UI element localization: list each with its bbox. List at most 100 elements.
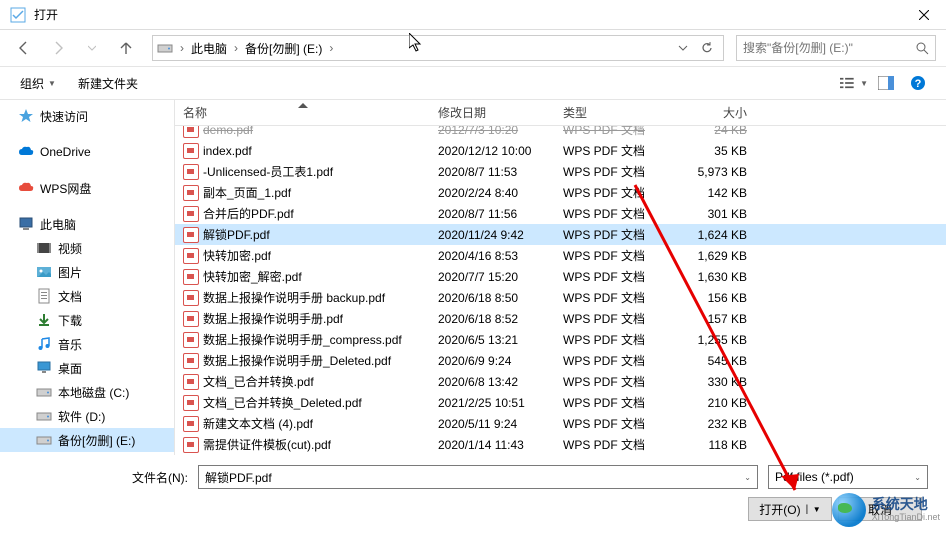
toolbar: 组织 ▼ 新建文件夹 ▼ ? xyxy=(0,66,946,100)
file-row[interactable]: 解锁PDF.pdf2020/11/24 9:42WPS PDF 文档1,624 … xyxy=(175,224,946,245)
new-folder-button[interactable]: 新建文件夹 xyxy=(72,71,144,96)
file-type: WPS PDF 文档 xyxy=(555,289,670,306)
up-button[interactable] xyxy=(112,34,140,62)
cancel-button[interactable]: 取消 xyxy=(838,497,922,521)
column-date[interactable]: 修改日期 xyxy=(430,104,555,121)
address-bar[interactable]: › 此电脑 › 备份[勿删] (E:) › xyxy=(152,35,724,61)
file-pane: 名称 修改日期 类型 大小 demo.pdf2012/7/3 10:20WPS … xyxy=(175,100,946,455)
pdf-file-icon xyxy=(183,248,199,264)
search-icon[interactable] xyxy=(915,41,929,55)
filename-input[interactable]: 解锁PDF.pdf⌄ xyxy=(198,465,758,489)
forward-button[interactable] xyxy=(44,34,72,62)
file-type: WPS PDF 文档 xyxy=(555,331,670,348)
chevron-right-icon[interactable]: › xyxy=(177,41,187,55)
file-type: WPS PDF 文档 xyxy=(555,436,670,453)
file-size: 1,630 KB xyxy=(670,270,755,284)
pdf-file-icon xyxy=(183,290,199,306)
pc-icon xyxy=(18,216,34,232)
documents-icon xyxy=(36,288,52,304)
file-row[interactable]: demo.pdf2012/7/3 10:20WPS PDF 文档24 KB xyxy=(175,126,946,140)
file-date: 2020/8/7 11:53 xyxy=(430,165,555,179)
filename-label: 文件名(N): xyxy=(118,469,188,486)
file-type: WPS PDF 文档 xyxy=(555,163,670,180)
file-row[interactable]: 新建文本文档 (4).pdf2020/5/11 9:24WPS PDF 文档23… xyxy=(175,413,946,434)
file-row[interactable]: index.pdf2020/12/12 10:00WPS PDF 文档35 KB xyxy=(175,140,946,161)
file-type: WPS PDF 文档 xyxy=(555,226,670,243)
sidebar-item-ddrive[interactable]: 软件 (D:) xyxy=(0,404,174,428)
file-date: 2020/6/18 8:52 xyxy=(430,312,555,326)
file-size: 330 KB xyxy=(670,375,755,389)
sidebar-item-wps[interactable]: WPS网盘 xyxy=(0,176,174,200)
file-date: 2020/6/18 8:50 xyxy=(430,291,555,305)
help-button[interactable]: ? xyxy=(904,71,932,95)
pdf-file-icon xyxy=(183,332,199,348)
file-date: 2012/7/3 10:20 xyxy=(430,126,555,137)
file-name: 数据上报操作说明手册 backup.pdf xyxy=(203,289,385,306)
sidebar-item-pictures[interactable]: 图片 xyxy=(0,260,174,284)
file-date: 2020/1/14 11:43 xyxy=(430,438,555,452)
file-type: WPS PDF 文档 xyxy=(555,373,670,390)
sidebar-item-video[interactable]: 视频 xyxy=(0,236,174,260)
back-button[interactable] xyxy=(10,34,38,62)
pdf-file-icon xyxy=(183,143,199,159)
view-options-button[interactable]: ▼ xyxy=(840,71,868,95)
sidebar-item-cdrive[interactable]: 本地磁盘 (C:) xyxy=(0,380,174,404)
file-name: 快转加密_解密.pdf xyxy=(203,268,302,285)
pdf-file-icon xyxy=(183,206,199,222)
file-row[interactable]: 文档_已合并转换_Deleted.pdf2021/2/25 10:51WPS P… xyxy=(175,392,946,413)
file-name: 解锁PDF.pdf xyxy=(203,226,270,243)
column-type[interactable]: 类型 xyxy=(555,104,670,121)
filetype-select[interactable]: Pdf files (*.pdf)⌄ xyxy=(768,465,928,489)
file-list[interactable]: demo.pdf2012/7/3 10:20WPS PDF 文档24 KBind… xyxy=(175,126,946,455)
sidebar-item-downloads[interactable]: 下载 xyxy=(0,308,174,332)
file-row[interactable]: 数据上报操作说明手册.pdf2020/6/18 8:52WPS PDF 文档15… xyxy=(175,308,946,329)
title-bar: 打开 xyxy=(0,0,946,30)
star-icon xyxy=(18,108,34,124)
file-row[interactable]: 数据上报操作说明手册_Deleted.pdf2020/6/9 9:24WPS P… xyxy=(175,350,946,371)
file-row[interactable]: 快转加密.pdf2020/4/16 8:53WPS PDF 文档1,629 KB xyxy=(175,245,946,266)
sidebar-item-desktop[interactable]: 桌面 xyxy=(0,356,174,380)
file-row[interactable]: 数据上报操作说明手册 backup.pdf 2020/6/18 8:50WPS P… xyxy=(175,287,946,308)
breadcrumb-drive[interactable]: 备份[勿删] (E:) xyxy=(241,40,326,57)
file-row[interactable]: 文档_已合并转换.pdf2020/6/8 13:42WPS PDF 文档330 … xyxy=(175,371,946,392)
organize-button[interactable]: 组织 ▼ xyxy=(14,71,62,96)
sidebar-item-onedrive[interactable]: OneDrive xyxy=(0,140,174,164)
chevron-right-icon[interactable]: › xyxy=(326,41,336,55)
file-type: WPS PDF 文档 xyxy=(555,394,670,411)
file-date: 2021/2/25 10:51 xyxy=(430,396,555,410)
chevron-right-icon[interactable]: › xyxy=(231,41,241,55)
search-input[interactable] xyxy=(743,41,915,55)
file-size: 210 KB xyxy=(670,396,755,410)
refresh-button[interactable] xyxy=(695,36,719,60)
file-row[interactable]: 快转加密_解密.pdf2020/7/7 15:20WPS PDF 文档1,630… xyxy=(175,266,946,287)
wps-cloud-icon xyxy=(18,180,34,196)
open-button[interactable]: 打开(O)▏▼ xyxy=(748,497,832,521)
file-row[interactable]: 需提供证件模板(cut).pdf2020/1/14 11:43WPS PDF 文… xyxy=(175,434,946,455)
file-date: 2020/6/9 9:24 xyxy=(430,354,555,368)
pdf-file-icon xyxy=(183,269,199,285)
close-button[interactable] xyxy=(901,0,946,30)
sidebar-item-thispc[interactable]: 此电脑 xyxy=(0,212,174,236)
search-box[interactable] xyxy=(736,35,936,61)
breadcrumb-thispc[interactable]: 此电脑 xyxy=(187,40,231,57)
file-date: 2020/6/5 13:21 xyxy=(430,333,555,347)
preview-pane-button[interactable] xyxy=(872,71,900,95)
file-date: 2020/8/7 11:56 xyxy=(430,207,555,221)
file-row[interactable]: -Unlicensed-员工表1.pdf2020/8/7 11:53WPS PD… xyxy=(175,161,946,182)
file-row[interactable]: 数据上报操作说明手册_compress.pdf2020/6/5 13:21WPS… xyxy=(175,329,946,350)
sidebar-item-music[interactable]: 音乐 xyxy=(0,332,174,356)
drive-icon xyxy=(36,432,52,448)
column-size[interactable]: 大小 xyxy=(670,104,755,121)
address-dropdown[interactable] xyxy=(671,36,695,60)
sidebar-item-documents[interactable]: 文档 xyxy=(0,284,174,308)
file-row[interactable]: 副本_页面_1.pdf2020/2/24 8:40WPS PDF 文档142 K… xyxy=(175,182,946,203)
file-row[interactable]: 合并后的PDF.pdf2020/8/7 11:56WPS PDF 文档301 K… xyxy=(175,203,946,224)
column-name[interactable]: 名称 xyxy=(175,104,430,121)
sidebar-item-edrive[interactable]: 备份[勿删] (E:) xyxy=(0,428,174,452)
file-size: 142 KB xyxy=(670,186,755,200)
sidebar-item-quick-access[interactable]: 快速访问 xyxy=(0,104,174,128)
recent-dropdown[interactable] xyxy=(78,34,106,62)
file-date: 2020/5/11 9:24 xyxy=(430,417,555,431)
pdf-file-icon xyxy=(183,164,199,180)
file-name: 副本_页面_1.pdf xyxy=(203,184,291,201)
